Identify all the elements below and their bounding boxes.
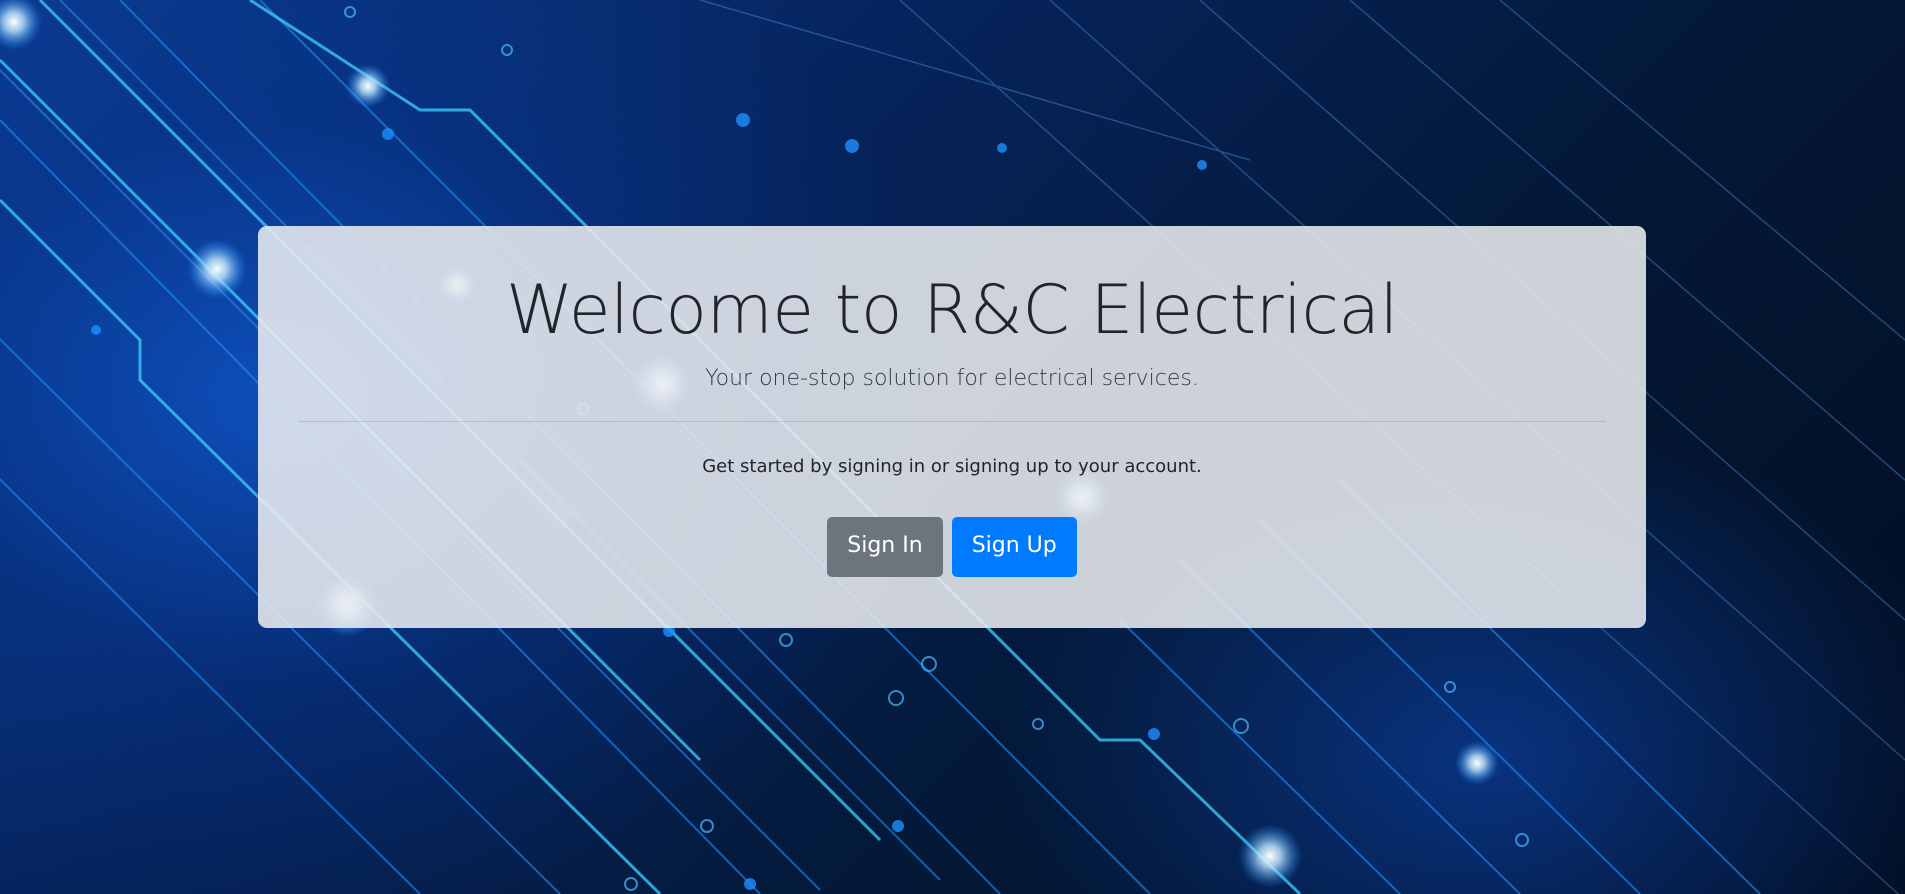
sign-up-button[interactable]: Sign Up bbox=[951, 516, 1077, 577]
sign-in-button[interactable]: Sign In bbox=[827, 516, 943, 577]
auth-actions: Sign In Sign Up bbox=[258, 516, 1646, 577]
divider bbox=[298, 420, 1606, 422]
instruction-text: Get started by signing in or signing up … bbox=[702, 455, 1202, 477]
welcome-jumbotron: Welcome to R&C Electrical Your one-stop … bbox=[258, 226, 1646, 628]
tagline: Your one-stop solution for electrical se… bbox=[705, 365, 1199, 391]
page-title: Welcome to R&C Electrical bbox=[506, 271, 1398, 350]
